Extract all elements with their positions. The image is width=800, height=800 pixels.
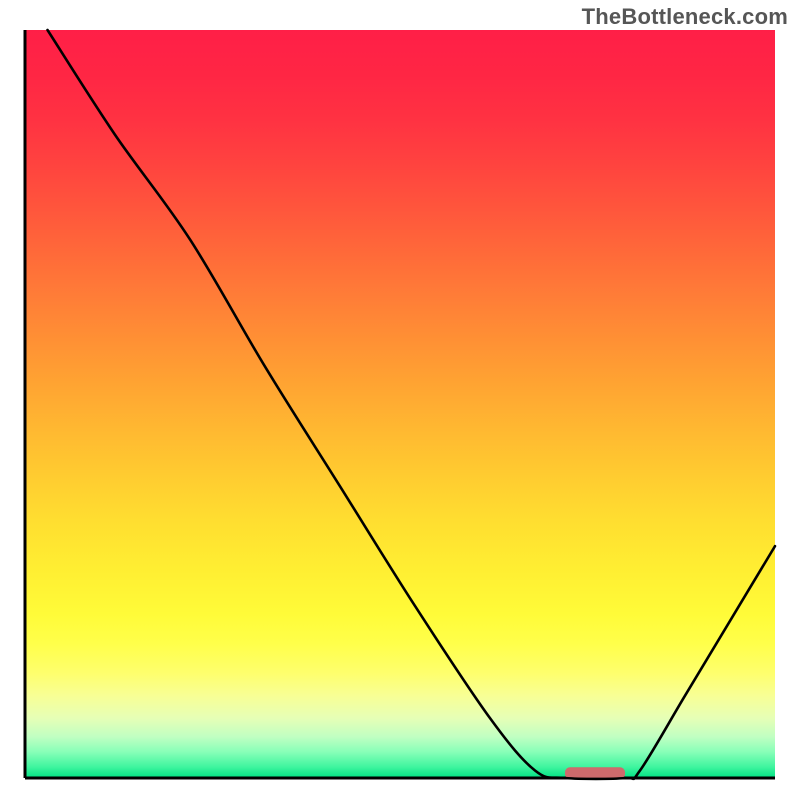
- attribution-watermark: TheBottleneck.com: [582, 4, 788, 30]
- bottleneck-chart: TheBottleneck.com: [0, 0, 800, 800]
- plot-background: [25, 30, 775, 778]
- chart-svg: [0, 0, 800, 800]
